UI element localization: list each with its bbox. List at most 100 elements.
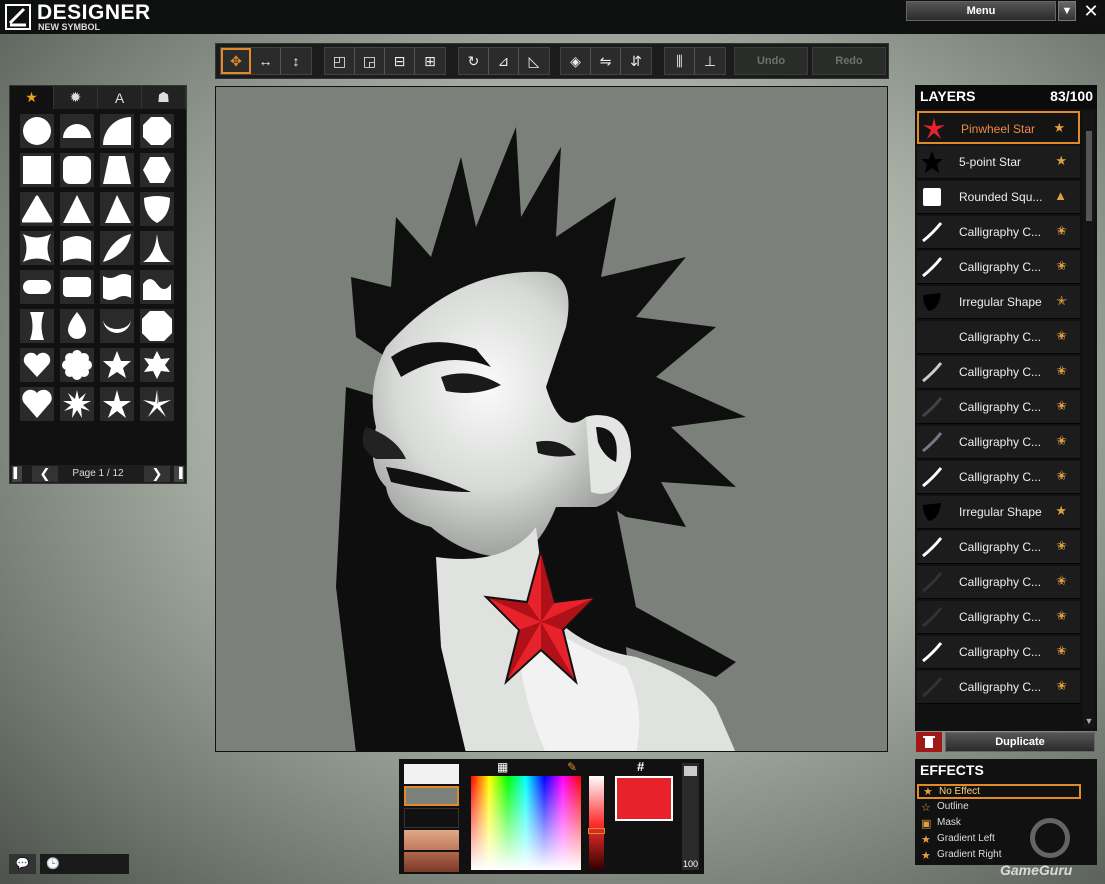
splat-icon[interactable]: ✹ — [54, 86, 98, 109]
color-swatch[interactable] — [404, 830, 459, 850]
hex-icon[interactable]: # — [637, 759, 644, 774]
last-page-button[interactable]: ▐ — [174, 466, 184, 482]
layer-item[interactable]: Calligraphy C... ✬ — [917, 601, 1080, 634]
shape-pinwheel-star[interactable] — [140, 387, 174, 421]
shape-shield[interactable] — [140, 192, 174, 226]
shape-rounded-triangle[interactable] — [20, 192, 54, 226]
layer-item[interactable]: Calligraphy C... ✬ — [917, 356, 1080, 389]
send-back-icon[interactable]: ◲ — [355, 48, 385, 74]
shape-triangle[interactable] — [60, 192, 94, 226]
text-icon[interactable]: A — [98, 86, 142, 109]
current-color-preview[interactable] — [615, 776, 673, 821]
favorite-star-icon[interactable]: ✬ — [1056, 398, 1067, 414]
mirror-horizontal-icon[interactable]: ⊥ — [695, 48, 725, 74]
favorite-star-icon[interactable]: ✬ — [1056, 328, 1067, 344]
bring-front-icon[interactable]: ◰ — [325, 48, 355, 74]
favorite-star-icon[interactable]: ★ — [1055, 153, 1067, 169]
stretch-vertical-icon[interactable]: ↕ — [281, 48, 311, 74]
close-icon[interactable]: ✕ — [1080, 1, 1102, 21]
shape-banner[interactable] — [100, 270, 134, 304]
shape-half-circle[interactable] — [60, 114, 94, 148]
color-swatch[interactable] — [404, 808, 459, 828]
shape-quarter-circle[interactable] — [100, 114, 134, 148]
eyedropper-icon[interactable]: ✎ — [567, 760, 577, 774]
favorite-star-icon[interactable]: ✬ — [1056, 538, 1067, 554]
shape-heart-large[interactable] — [20, 387, 54, 421]
layer-item[interactable]: Pinwheel Star ★ — [917, 111, 1080, 144]
layer-item[interactable]: Rounded Squ... ▲ — [917, 181, 1080, 214]
next-page-icon[interactable]: ❯ — [144, 466, 170, 482]
favorite-star-icon[interactable]: ✬ — [1056, 223, 1067, 239]
opacity-slider[interactable]: 100 — [682, 763, 699, 870]
color-swatch[interactable] — [404, 852, 459, 872]
favorite-star-icon[interactable]: ✬ — [1056, 573, 1067, 589]
brightness-handle[interactable] — [588, 828, 605, 834]
shape-wave[interactable] — [140, 270, 174, 304]
shape-curved-triangle[interactable] — [140, 231, 174, 265]
shape-astroid-square[interactable] — [20, 231, 54, 265]
prev-page-icon[interactable]: ❮ — [32, 466, 58, 482]
layer-item[interactable]: Calligraphy C... ✬ — [917, 461, 1080, 494]
star-icon[interactable]: ★ — [10, 86, 54, 109]
grid-icon[interactable]: ▦ — [497, 760, 508, 774]
favorite-star-icon[interactable]: ✬ — [1056, 608, 1067, 624]
favorite-star-icon[interactable]: ✬ — [1056, 433, 1067, 449]
layer-item[interactable]: Calligraphy C... ✬ — [917, 531, 1080, 564]
layer-item[interactable]: Calligraphy C... ✬ — [917, 216, 1080, 249]
shape-leaf[interactable] — [100, 231, 134, 265]
move-icon[interactable]: ✥ — [221, 48, 251, 74]
clock-field[interactable]: 🕒 — [40, 854, 129, 874]
stencil-icon[interactable]: ☗ — [142, 86, 186, 109]
effect-item[interactable]: ★ No Effect — [917, 784, 1081, 799]
layer-item[interactable]: Calligraphy C... ✬ — [917, 636, 1080, 669]
layer-item[interactable]: Irregular Shape ★ — [917, 496, 1080, 529]
redo-button[interactable]: Redo — [812, 47, 886, 75]
shape-square[interactable] — [20, 153, 54, 187]
chat-icon[interactable]: 💬 — [9, 854, 36, 874]
mirror-vertical-icon[interactable]: ⫼ — [665, 48, 695, 74]
layers-scrollbar[interactable]: ▼ — [1083, 111, 1095, 728]
layer-item[interactable]: Calligraphy C... ✬ — [917, 426, 1080, 459]
design-canvas[interactable] — [215, 86, 888, 752]
favorite-star-icon[interactable]: ✭ — [1056, 293, 1067, 309]
favorite-star-icon[interactable]: ✬ — [1056, 643, 1067, 659]
color-spectrum[interactable] — [471, 776, 581, 870]
stretch-horizontal-icon[interactable]: ↔ — [251, 48, 281, 74]
shape-rounded-rect[interactable] — [60, 270, 94, 304]
shape-hexagon[interactable] — [140, 153, 174, 187]
favorite-star-icon[interactable]: ▲ — [1054, 188, 1067, 203]
shape-octagon[interactable] — [140, 114, 174, 148]
shape-star-thin[interactable] — [100, 387, 134, 421]
shape-burst[interactable] — [60, 387, 94, 421]
shape-pill[interactable] — [20, 270, 54, 304]
layer-item[interactable]: 5-point Star ★ — [917, 146, 1080, 179]
trash-icon[interactable] — [916, 732, 942, 752]
favorite-star-icon[interactable]: ✬ — [1056, 258, 1067, 274]
shape-concave-rect[interactable] — [20, 309, 54, 343]
layer-item[interactable]: Calligraphy C... ✬ — [917, 566, 1080, 599]
scroll-thumb[interactable] — [1086, 131, 1092, 221]
flip-horizontal-icon[interactable]: ⇋ — [591, 48, 621, 74]
color-swatch[interactable] — [404, 764, 459, 784]
shape-trapezoid[interactable] — [100, 153, 134, 187]
layer-item[interactable]: Calligraphy C... ✬ — [917, 391, 1080, 424]
favorite-star-icon[interactable]: ✬ — [1056, 363, 1067, 379]
flip-shape-icon[interactable]: ◈ — [561, 48, 591, 74]
opacity-handle[interactable] — [684, 766, 697, 776]
skew-left-icon[interactable]: ⊿ — [489, 48, 519, 74]
layer-item[interactable]: Irregular Shape ✭ — [917, 286, 1080, 319]
rotate-icon[interactable]: ↻ — [459, 48, 489, 74]
flip-vertical-icon[interactable]: ⇵ — [621, 48, 651, 74]
favorite-star-icon[interactable]: ✬ — [1056, 468, 1067, 484]
shape-6-point-star[interactable] — [140, 348, 174, 382]
shape-rounded-octagon[interactable] — [140, 309, 174, 343]
effect-item[interactable]: ☆ Outline — [917, 800, 1081, 815]
undo-button[interactable]: Undo — [734, 47, 808, 75]
distribute-icon[interactable]: ⊞ — [415, 48, 445, 74]
layer-item[interactable]: Calligraphy C... ✬ — [917, 671, 1080, 704]
color-swatch[interactable] — [404, 786, 459, 806]
shape-rounded-square[interactable] — [60, 153, 94, 187]
brightness-slider[interactable] — [588, 776, 605, 870]
duplicate-button[interactable]: Duplicate — [945, 732, 1095, 752]
favorite-star-icon[interactable]: ✬ — [1056, 678, 1067, 694]
